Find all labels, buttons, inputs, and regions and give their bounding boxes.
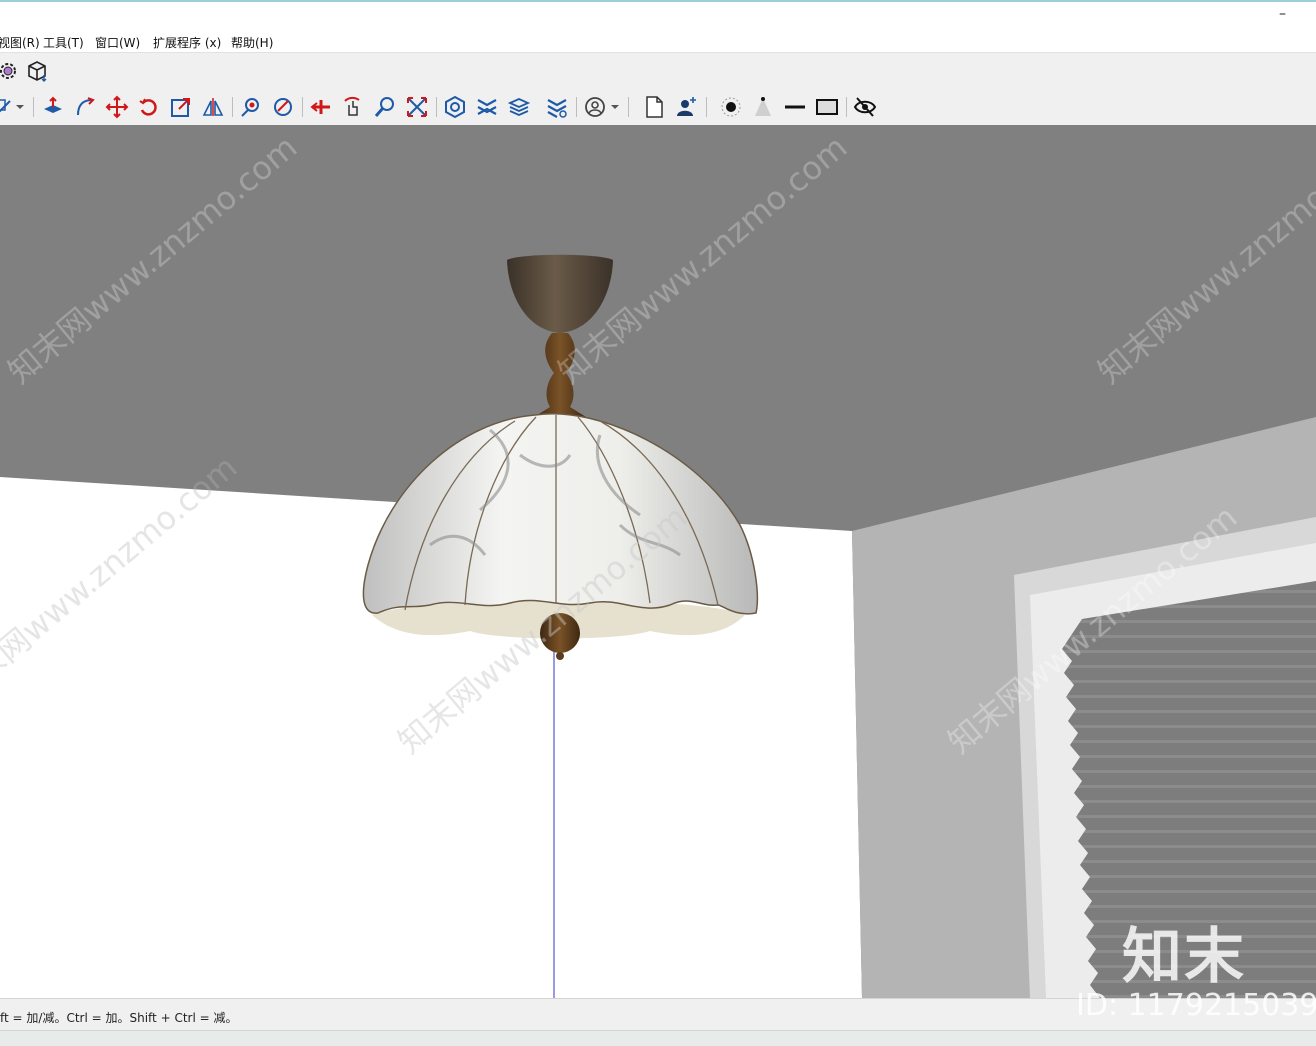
toolbar-separator: [576, 97, 577, 117]
toolbar-separator: [436, 97, 437, 117]
title-bar: –: [0, 0, 1316, 30]
follow-me-icon[interactable]: [73, 95, 97, 119]
dropdown-arrow-icon[interactable]: [609, 95, 621, 119]
pan-icon[interactable]: [271, 95, 295, 119]
hide-icon[interactable]: [853, 95, 877, 119]
move-icon[interactable]: [105, 95, 129, 119]
scale-icon[interactable]: [169, 95, 193, 119]
solid-tools-icon[interactable]: [475, 95, 499, 119]
walk-icon[interactable]: [309, 95, 333, 119]
account-icon[interactable]: [583, 95, 607, 119]
minimize-button[interactable]: –: [1279, 6, 1286, 22]
status-hint: ft = 加/减。Ctrl = 加。Shift + Ctrl = 减。: [0, 1011, 238, 1025]
toolbar-top: [0, 53, 1316, 89]
point-icon[interactable]: [719, 95, 743, 119]
toolbar-separator: [33, 97, 34, 117]
toolbar-separator: [302, 97, 303, 117]
sandbox-icon[interactable]: [507, 95, 531, 119]
dropdown-arrow-icon[interactable]: [14, 95, 26, 119]
3d-viewport[interactable]: 知末网www.znzmo.com 知末网www.znzmo.com 知末网www…: [0, 125, 1316, 998]
cone-icon[interactable]: [751, 95, 775, 119]
menu-item-help[interactable]: 帮助(H): [231, 34, 273, 51]
toolbar-separator: [846, 97, 847, 117]
watermark-id: ID: 1179215039: [1076, 988, 1316, 1023]
menu-bar: 视图(R) 工具(T) 窗口(W) 扩展程序 (x) 帮助(H): [0, 30, 1316, 53]
menu-item-tools[interactable]: 工具(T): [43, 34, 84, 51]
menu-item-extensions[interactable]: 扩展程序 (x): [153, 34, 221, 51]
user-add-icon[interactable]: [674, 95, 698, 119]
line-icon[interactable]: [783, 95, 807, 119]
taskbar: [0, 1030, 1316, 1046]
new-page-icon[interactable]: [642, 95, 666, 119]
watermark-brand: 知末: [1122, 922, 1246, 992]
component-icon[interactable]: [25, 59, 49, 83]
layers-icon[interactable]: [443, 95, 467, 119]
lamp-finial-tip: [556, 652, 564, 660]
scene-canvas[interactable]: 知末网www.znzmo.com 知末网www.znzmo.com 知末网www…: [0, 125, 1316, 998]
menu-item-window[interactable]: 窗口(W): [95, 34, 140, 51]
stack-icon[interactable]: [545, 95, 569, 119]
rotate-icon[interactable]: [137, 95, 161, 119]
toolbar-tools: [0, 89, 1316, 126]
rectangle-icon[interactable]: [815, 95, 839, 119]
push-pull-icon[interactable]: [41, 95, 65, 119]
toolbar-separator: [628, 97, 629, 117]
gear-icon[interactable]: [0, 59, 20, 83]
zoom-extents-icon[interactable]: [405, 95, 429, 119]
zoom-icon[interactable]: [373, 95, 397, 119]
look-around-icon[interactable]: [341, 95, 365, 119]
toolbar-separator: [232, 97, 233, 117]
flip-icon[interactable]: [201, 95, 225, 119]
menu-item-view[interactable]: 视图(R): [0, 34, 40, 51]
orbit-icon[interactable]: [239, 95, 263, 119]
toolbar-separator: [706, 97, 707, 117]
